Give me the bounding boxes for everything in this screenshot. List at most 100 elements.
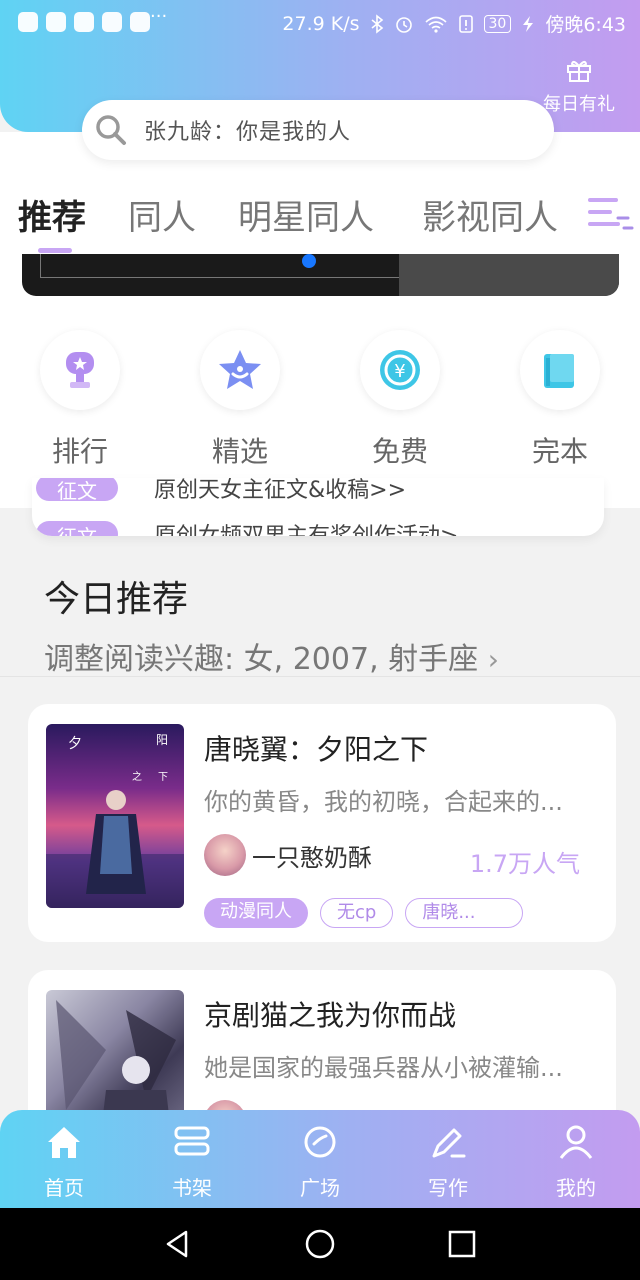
quick-link-ranking[interactable]: 排行 bbox=[40, 330, 120, 470]
trophy-icon bbox=[66, 352, 94, 388]
nav-plaza[interactable]: 广场 bbox=[280, 1122, 360, 1201]
banner-carousel[interactable] bbox=[22, 254, 619, 296]
section-title: 今日推荐 bbox=[44, 579, 189, 620]
back-icon[interactable] bbox=[162, 1228, 194, 1260]
star-icon bbox=[219, 350, 261, 389]
home-icon bbox=[48, 1127, 80, 1158]
search-placeholder: 张九龄：你是我的人 bbox=[144, 120, 352, 145]
wifi-icon bbox=[424, 16, 447, 33]
author-avatar bbox=[204, 834, 246, 876]
recent-apps-icon[interactable] bbox=[446, 1228, 478, 1260]
svg-text:夕: 夕 bbox=[68, 736, 82, 752]
search-icon bbox=[96, 115, 126, 145]
author-name: 一只憨奶酥 bbox=[252, 843, 372, 872]
notification-icons bbox=[18, 12, 150, 32]
daily-gift-button[interactable]: 每日有礼 bbox=[534, 58, 624, 116]
tab-fanfic[interactable]: 同人 bbox=[128, 190, 196, 239]
author-info[interactable]: 一只憨奶酥 bbox=[204, 834, 372, 876]
nav-home[interactable]: 首页 bbox=[24, 1122, 104, 1201]
status-bar: ··· 27.9 K/s 30 傍晚6:43 bbox=[0, 0, 640, 44]
book-cover bbox=[46, 990, 184, 1130]
tab-film-fanfic[interactable]: 影视同人 bbox=[422, 190, 558, 239]
banner-frame bbox=[40, 254, 400, 278]
quick-link-free[interactable]: ¥ 免费 bbox=[360, 330, 440, 470]
quick-link-circle bbox=[40, 330, 120, 410]
book-card[interactable]: 京剧猫之我为你而战 她是国家的最强兵器从小被灌输... bbox=[28, 970, 616, 1130]
quick-link-label: 免费 bbox=[371, 435, 428, 468]
quick-link-circle: ¥ bbox=[360, 330, 440, 410]
book-icon bbox=[544, 354, 574, 388]
book-tag[interactable]: 无cp bbox=[320, 898, 394, 928]
nav-write[interactable]: 写作 bbox=[408, 1122, 488, 1201]
announcement-text: 原创天女主征文&收稿>> bbox=[154, 478, 407, 503]
bottom-navigation: 首页 书架 广场 写作 我的 bbox=[0, 1110, 640, 1208]
banner-image bbox=[399, 254, 619, 296]
yuan-icon: ¥ bbox=[380, 350, 420, 390]
app-notification-icon bbox=[102, 12, 122, 32]
book-tag[interactable]: 唐晓... bbox=[405, 898, 524, 928]
reading-interest-link[interactable]: 调整阅读兴趣: 女, 2007, 射手座 › bbox=[44, 634, 499, 678]
chevron-right-icon: › bbox=[487, 643, 499, 676]
bluetooth-icon bbox=[371, 13, 383, 34]
nav-label: 书架 bbox=[172, 1176, 212, 1200]
user-icon bbox=[559, 1125, 593, 1159]
quick-link-completed[interactable]: 完本 bbox=[520, 330, 600, 470]
announcement-tag: 征文 bbox=[36, 478, 118, 503]
pen-icon bbox=[432, 1128, 466, 1158]
app-notification-icon bbox=[18, 12, 38, 32]
home-circle-icon[interactable] bbox=[304, 1228, 336, 1260]
svg-text:¥: ¥ bbox=[394, 361, 405, 382]
category-menu-icon[interactable] bbox=[588, 194, 634, 234]
quick-link-label: 精选 bbox=[211, 435, 268, 468]
announcement-tag: 征文 bbox=[36, 521, 118, 536]
quick-link-label: 排行 bbox=[51, 435, 108, 468]
nav-label: 我的 bbox=[556, 1176, 596, 1200]
book-description: 你的黄昏，我的初晓，合起来的... bbox=[204, 788, 563, 816]
app-notification-icon bbox=[46, 12, 66, 32]
book-title: 京剧猫之我为你而战 bbox=[204, 999, 457, 1032]
search-bar[interactable]: 张九龄：你是我的人 bbox=[82, 100, 554, 160]
announcement-item[interactable]: 征文 原创天女主征文&收稿>> bbox=[36, 478, 406, 504]
gift-icon bbox=[567, 60, 591, 82]
alarm-icon bbox=[395, 16, 412, 33]
cover-art bbox=[56, 1000, 176, 1130]
nav-label: 首页 bbox=[44, 1176, 84, 1200]
bookshelf-icon bbox=[174, 1126, 210, 1156]
book-cover: 夕 阳 之 下 bbox=[46, 724, 184, 908]
announcement-text: 原创女频双男主有奖创作活动> bbox=[154, 518, 458, 536]
book-description: 她是国家的最强兵器从小被灌输... bbox=[204, 1054, 563, 1082]
book-tags: 动漫同人 无cp 唐晓... bbox=[204, 898, 524, 928]
nav-label: 写作 bbox=[428, 1176, 468, 1200]
nav-label: 广场 bbox=[300, 1176, 340, 1200]
clock: 傍晚6:43 bbox=[545, 14, 626, 36]
system-navigation-bar bbox=[0, 1208, 640, 1280]
battery-indicator: 30 bbox=[483, 14, 512, 33]
carousel-indicator bbox=[302, 254, 316, 268]
svg-text:阳: 阳 bbox=[156, 733, 168, 747]
sim-alert-icon bbox=[458, 14, 473, 33]
quick-link-label: 完本 bbox=[531, 435, 588, 468]
category-tabs: 推荐 同人 明星同人 影视同人 bbox=[0, 190, 640, 250]
planet-icon bbox=[304, 1126, 336, 1158]
more-notifications-icon: ··· bbox=[150, 6, 168, 27]
quick-link-circle bbox=[520, 330, 600, 410]
book-card[interactable]: 夕 阳 之 下 唐晓翼：夕阳之下 你的黄昏，我的初晓，合起来的... 一只憨奶酥… bbox=[28, 704, 616, 942]
book-title: 唐晓翼：夕阳之下 bbox=[204, 733, 429, 766]
charging-icon bbox=[523, 15, 534, 32]
network-speed: 27.9 K/s bbox=[282, 12, 360, 35]
tab-recommend[interactable]: 推荐 bbox=[18, 190, 86, 239]
quick-link-featured[interactable]: 精选 bbox=[200, 330, 280, 470]
svg-text:之: 之 bbox=[132, 770, 142, 783]
announcement-ticker[interactable]: 征文 原创天女主征文&收稿>> 征文 原创女频双男主有奖创作活动> bbox=[32, 478, 604, 536]
nav-profile[interactable]: 我的 bbox=[536, 1122, 616, 1201]
announcement-item[interactable]: 征文 原创女频双男主有奖创作活动> bbox=[36, 518, 458, 536]
app-notification-icon bbox=[130, 12, 150, 32]
reading-interest-text: 调整阅读兴趣: 女, 2007, 射手座 bbox=[44, 642, 479, 677]
divider bbox=[0, 676, 640, 677]
app-notification-icon bbox=[74, 12, 94, 32]
popularity-count: 1.7万人气 bbox=[469, 850, 580, 878]
active-tab-indicator bbox=[38, 248, 72, 253]
nav-bookshelf[interactable]: 书架 bbox=[152, 1122, 232, 1201]
tab-celebrity-fanfic[interactable]: 明星同人 bbox=[238, 190, 374, 239]
book-tag[interactable]: 动漫同人 bbox=[204, 898, 308, 928]
